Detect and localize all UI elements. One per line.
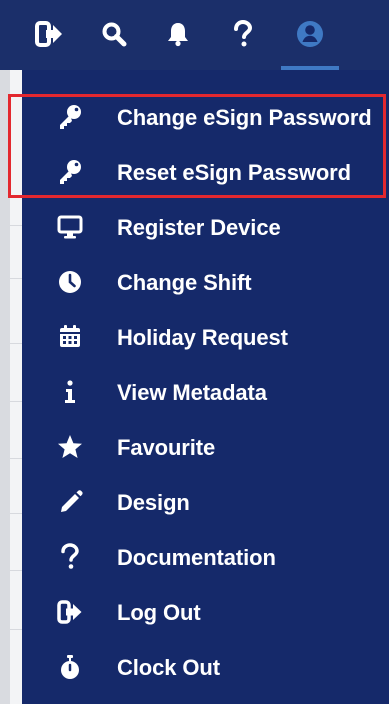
key-icon xyxy=(56,158,84,186)
menu-item-label: Change eSign Password xyxy=(117,105,372,130)
menu-item-label: Documentation xyxy=(117,545,276,570)
menu-item-label: Log Out xyxy=(117,600,201,625)
logout-icon xyxy=(56,598,84,626)
menu-item-holiday-request[interactable]: Holiday Request xyxy=(22,310,389,365)
monitor-icon xyxy=(56,213,84,241)
background-strip xyxy=(0,70,10,704)
calendar-icon xyxy=(56,323,84,351)
menu-item-label: View Metadata xyxy=(117,380,267,405)
menu-item-reset-esign-password[interactable]: Reset eSign Password xyxy=(22,145,389,200)
menu-item-change-shift[interactable]: Change Shift xyxy=(22,255,389,310)
menu-item-view-metadata[interactable]: View Metadata xyxy=(22,365,389,420)
menu-item-documentation[interactable]: Documentation xyxy=(22,530,389,585)
search-icon[interactable] xyxy=(98,18,130,50)
key-icon xyxy=(56,103,84,131)
help-icon[interactable] xyxy=(227,18,259,50)
menu-item-log-out[interactable]: Log Out xyxy=(22,585,389,640)
user-avatar-icon[interactable] xyxy=(294,18,326,50)
menu-item-register-device[interactable]: Register Device xyxy=(22,200,389,255)
info-icon xyxy=(56,378,84,406)
menu-item-clock-out[interactable]: Clock Out xyxy=(22,640,389,695)
menu-item-label: Holiday Request xyxy=(117,325,288,350)
bell-icon[interactable] xyxy=(162,18,194,50)
menu-item-label: Clock Out xyxy=(117,655,220,680)
menu-item-design[interactable]: Design xyxy=(22,475,389,530)
menu-item-label: Design xyxy=(117,490,190,515)
question-icon xyxy=(56,543,84,571)
clock-icon xyxy=(56,268,84,296)
star-icon xyxy=(56,433,84,461)
background-content xyxy=(10,70,22,704)
stopwatch-icon xyxy=(56,653,84,681)
menu-item-label: Favourite xyxy=(117,435,216,460)
top-navigation-bar xyxy=(0,0,389,70)
pencil-icon xyxy=(56,488,84,516)
logout-icon[interactable] xyxy=(33,18,65,50)
menu-item-label: Register Device xyxy=(117,215,281,240)
menu-item-label: Change Shift xyxy=(117,270,252,295)
menu-item-label: Reset eSign Password xyxy=(117,160,351,185)
menu-item-change-esign-password[interactable]: Change eSign Password xyxy=(22,90,389,145)
menu-item-favourite[interactable]: Favourite xyxy=(22,420,389,475)
